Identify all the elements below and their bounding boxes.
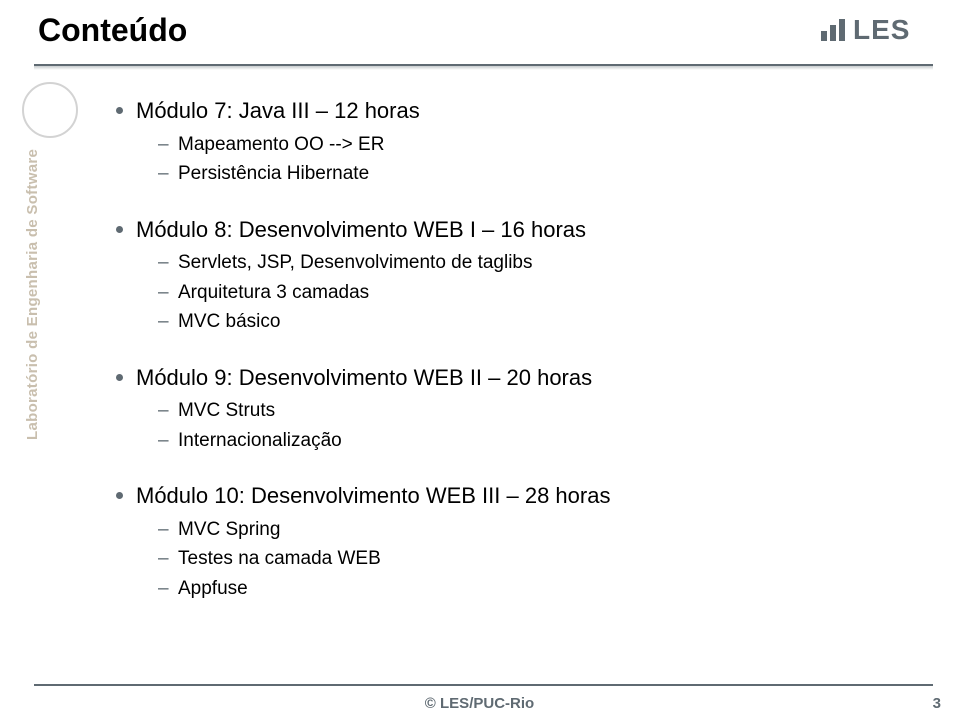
- decorative-circle-icon: [22, 82, 78, 138]
- list-item: MVC Spring: [110, 515, 909, 544]
- list-item: Servlets, JSP, Desenvolvimento de taglib…: [110, 248, 909, 277]
- module-title: Módulo 8: Desenvolvimento WEB I – 16 hor…: [110, 215, 909, 245]
- footer-copyright: © LES/PUC-Rio: [0, 695, 959, 712]
- page-number: 3: [933, 695, 941, 712]
- module-sublist: Servlets, JSP, Desenvolvimento de taglib…: [110, 248, 909, 336]
- list-item: Mapeamento OO --> ER: [110, 130, 909, 159]
- module-title: Módulo 7: Java III – 12 horas: [110, 96, 909, 126]
- header-divider: [34, 64, 933, 66]
- footer-divider: [34, 684, 933, 686]
- content-area: Módulo 7: Java III – 12 horas Mapeamento…: [110, 96, 909, 629]
- module-block: Módulo 9: Desenvolvimento WEB II – 20 ho…: [110, 363, 909, 456]
- list-item: MVC Struts: [110, 396, 909, 425]
- list-item: Arquitetura 3 camadas: [110, 278, 909, 307]
- module-block: Módulo 7: Java III – 12 horas Mapeamento…: [110, 96, 909, 189]
- list-item: Persistência Hibernate: [110, 159, 909, 188]
- module-sublist: MVC Struts Internacionalização: [110, 396, 909, 455]
- page-title: Conteúdo: [38, 12, 187, 49]
- slide: Conteúdo LES Laboratório de Engenharia d…: [0, 0, 959, 720]
- logo: LES: [821, 14, 931, 58]
- module-block: Módulo 8: Desenvolvimento WEB I – 16 hor…: [110, 215, 909, 337]
- list-item: Testes na camada WEB: [110, 544, 909, 573]
- module-block: Módulo 10: Desenvolvimento WEB III – 28 …: [110, 481, 909, 603]
- sidebar-label: Laboratório de Engenharia de Software: [24, 149, 41, 440]
- module-sublist: MVC Spring Testes na camada WEB Appfuse: [110, 515, 909, 603]
- module-title: Módulo 9: Desenvolvimento WEB II – 20 ho…: [110, 363, 909, 393]
- module-title: Módulo 10: Desenvolvimento WEB III – 28 …: [110, 481, 909, 511]
- module-sublist: Mapeamento OO --> ER Persistência Hibern…: [110, 130, 909, 189]
- list-item: MVC básico: [110, 307, 909, 336]
- logo-bars-icon: [821, 19, 845, 41]
- list-item: Internacionalização: [110, 426, 909, 455]
- logo-text: LES: [853, 14, 910, 46]
- list-item: Appfuse: [110, 574, 909, 603]
